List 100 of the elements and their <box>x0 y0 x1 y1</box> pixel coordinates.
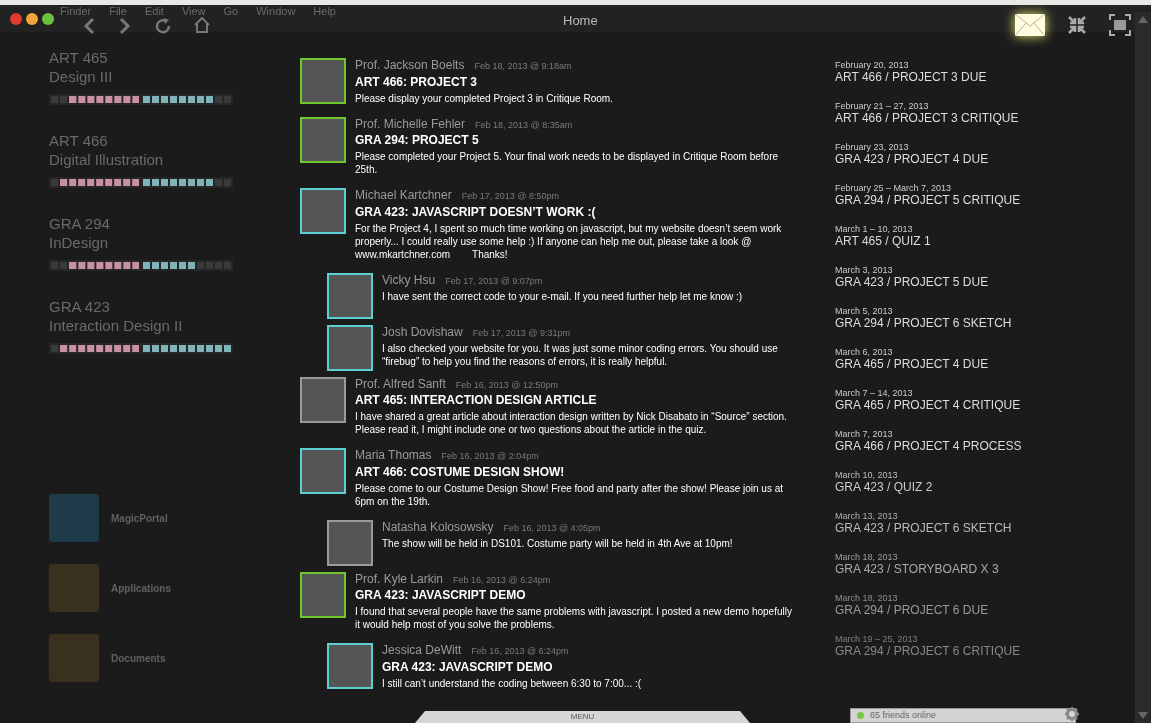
friends-online-bar[interactable]: 65 friends online <box>850 708 1076 723</box>
deadline-date: February 20, 2013 <box>835 60 910 70</box>
window-title: Home <box>563 12 598 30</box>
settings-icon[interactable] <box>1065 707 1079 721</box>
avatar-photo-placeholder[interactable] <box>327 643 373 689</box>
home-icon[interactable] <box>194 16 210 33</box>
dock-label[interactable]: Documents <box>111 650 166 666</box>
post-time: Feb 16, 2013 @ 2:04pm <box>441 450 539 463</box>
post-title: GRA 294: PROJECT 5 <box>355 132 480 148</box>
deadline-task: GRA 294 / PROJECT 5 CRITIQUE <box>835 193 1022 208</box>
deadline-task: GRA 423 / PROJECT 5 DUE <box>835 275 990 290</box>
post-title: GRA 423: JAVASCRIPT DEMO <box>382 658 554 675</box>
course-code[interactable]: GRA 423 <box>49 297 300 316</box>
post-time: Feb 16, 2013 @ 12:50pm <box>455 378 558 392</box>
deadline-date: March 3, 2013 <box>835 265 894 275</box>
deadline-task: GRA 294 / PROJECT 6 CRITIQUE <box>835 644 1022 659</box>
post-title: GRA 423: JAVASCRIPT DOESN’T WORK :( <box>355 203 597 220</box>
deadline-task: GRA 466 / PROJECT 4 PROCESS <box>835 439 1023 454</box>
course-name[interactable]: InDesign <box>49 233 300 252</box>
post-title: ART 466: COSTUME DESIGN SHOW! <box>355 463 566 480</box>
course-name[interactable]: Digital Illustration <box>49 150 300 169</box>
post-body: I found that several people have the same problems with javascript. I posted a new demo hopefully it would help most of you solve the problems. <box>355 605 793 631</box>
avatar-photo-placeholder[interactable] <box>300 448 346 494</box>
zoom-light-icon[interactable] <box>42 12 54 25</box>
deadline-task: GRA 465 / PROJECT 4 DUE <box>835 357 990 372</box>
deadline-task: GRA 294 / PROJECT 6 SKETCH <box>835 316 1013 331</box>
post-body: Please come to our Costume Design Show! Free food and party after the show! Please join us at 6pm on the 19th. <box>355 481 784 508</box>
deadline-date: March 7, 2013 <box>835 429 894 439</box>
deadline-task: GRA 294 / PROJECT 6 DUE <box>835 603 990 618</box>
author-name[interactable]: Natasha Kolosowsky <box>382 519 494 534</box>
menu-item[interactable]: Help <box>313 5 336 17</box>
post-time: Feb 16, 2013 @ 6:24pm <box>471 645 569 658</box>
deadline-date: March 10, 2013 <box>835 470 899 480</box>
post-body: I also checked your website for you. It was just some minor coding errors. You should use “firebug” to help you find the reasons of errors, it is really helpful. <box>382 342 779 368</box>
deadline-date: February 25 – March 7, 2013 <box>835 183 953 193</box>
author-name[interactable]: Prof. Jackson Boelts <box>355 58 465 72</box>
menu-item[interactable]: View <box>181 5 206 17</box>
deadline-task: GRA 423 / PROJECT 4 DUE <box>835 152 990 167</box>
author-name[interactable]: Josh Dovishaw <box>382 324 463 339</box>
avatar-photo-placeholder[interactable] <box>300 116 346 163</box>
post-time: Feb 18, 2013 @ 9:18am <box>474 60 572 73</box>
post-title: GRA 423: JAVASCRIPT DEMO <box>355 587 527 603</box>
author-name[interactable]: Prof. Alfred Sanft <box>355 376 446 391</box>
deadline-date: March 1 – 10, 2013 <box>835 224 914 234</box>
author-name[interactable]: Jessica DeWitt <box>382 643 462 657</box>
deadline-task: ART 466 / PROJECT 3 CRITIQUE <box>835 111 1020 126</box>
post-time: Feb 16, 2013 @ 6:24pm <box>453 573 551 587</box>
post-body: I still can’t understand the coding between 6:30 to 7:00... :( <box>382 676 642 690</box>
post-body: Please completed your Project 5. Your final work needs to be displayed in Critique Room before 25th. <box>355 150 780 176</box>
author-name[interactable]: Prof. Michelle Fehler <box>355 116 466 131</box>
menu-item[interactable]: Go <box>223 5 239 17</box>
deadline-task: GRA 465 / PROJECT 4 CRITIQUE <box>835 398 1022 413</box>
deadline-date: February 21 – 27, 2013 <box>835 101 930 111</box>
dock-label[interactable]: Applications <box>111 580 171 596</box>
deadline-date: March 5, 2013 <box>835 306 894 316</box>
post-title: ART 466: PROJECT 3 <box>355 73 479 90</box>
post-time: Feb 17, 2013 @ 9:07pm <box>445 274 543 288</box>
course-code[interactable]: GRA 294 <box>49 214 300 233</box>
deadline-task: ART 466 / PROJECT 3 DUE <box>835 70 988 85</box>
course-code[interactable]: ART 466 <box>49 131 300 150</box>
minimize-light-icon[interactable] <box>26 12 38 25</box>
post-body: The show will be held in DS101. Costume party will be held in 4th Ave at 10pm! <box>382 537 733 550</box>
avatar-photo-placeholder[interactable] <box>300 571 346 618</box>
deadline-date: March 18, 2013 <box>835 552 899 562</box>
deadline-date: March 13, 2013 <box>835 511 899 521</box>
scroll-up-arrow-icon[interactable] <box>1138 16 1148 23</box>
menu-item[interactable]: Finder <box>60 5 92 17</box>
author-name[interactable]: Michael Kartchner <box>355 188 452 202</box>
course-name[interactable]: Design III <box>49 67 300 86</box>
scrollbar[interactable] <box>1135 12 1151 723</box>
avatar-photo-placeholder[interactable] <box>327 324 373 371</box>
post-body: I have sent the correct code to your e-mail. If you need further help let me know :) <box>382 290 743 303</box>
course-name[interactable]: Interaction Design II <box>49 316 300 335</box>
scroll-down-arrow-icon[interactable] <box>1138 712 1148 719</box>
reload-icon[interactable] <box>154 16 172 35</box>
menu-tab[interactable]: MENU <box>415 711 750 723</box>
avatar-photo-placeholder[interactable] <box>327 272 373 319</box>
fullscreen-icon[interactable] <box>1109 13 1131 36</box>
avatar-photo-placeholder[interactable] <box>327 519 373 566</box>
collapse-arrows-icon[interactable] <box>1067 14 1087 35</box>
course-code[interactable]: ART 465 <box>49 48 300 67</box>
deadline-task: ART 465 / QUIZ 1 <box>835 234 932 249</box>
menu-item[interactable]: File <box>109 5 127 17</box>
avatar-photo-placeholder[interactable] <box>300 188 346 234</box>
author-name[interactable]: Maria Thomas <box>355 448 432 462</box>
deadline-date: March 19 – 25, 2013 <box>835 634 919 644</box>
deadline-task: GRA 423 / STORYBOARD X 3 <box>835 562 1000 577</box>
author-name[interactable]: Vicky Hsu <box>382 272 436 287</box>
menu-item[interactable]: Edit <box>144 5 164 17</box>
post-time: Feb 18, 2013 @ 8:35am <box>475 118 573 132</box>
close-light-icon[interactable] <box>10 12 22 25</box>
post-time: Feb 16, 2013 @ 4:05pm <box>503 521 601 535</box>
avatar-photo-placeholder[interactable] <box>300 376 346 423</box>
post-time: Feb 17, 2013 @ 8:50pm <box>461 190 559 203</box>
dock-label[interactable]: MagicPortal <box>111 510 168 526</box>
menu-item[interactable]: Window <box>256 5 296 17</box>
mail-icon[interactable] <box>1015 13 1045 36</box>
author-name[interactable]: Prof. Kyle Larkin <box>355 571 444 586</box>
deadline-date: March 18, 2013 <box>835 593 899 603</box>
deadline-task: GRA 423 / PROJECT 6 SKETCH <box>835 521 1013 536</box>
